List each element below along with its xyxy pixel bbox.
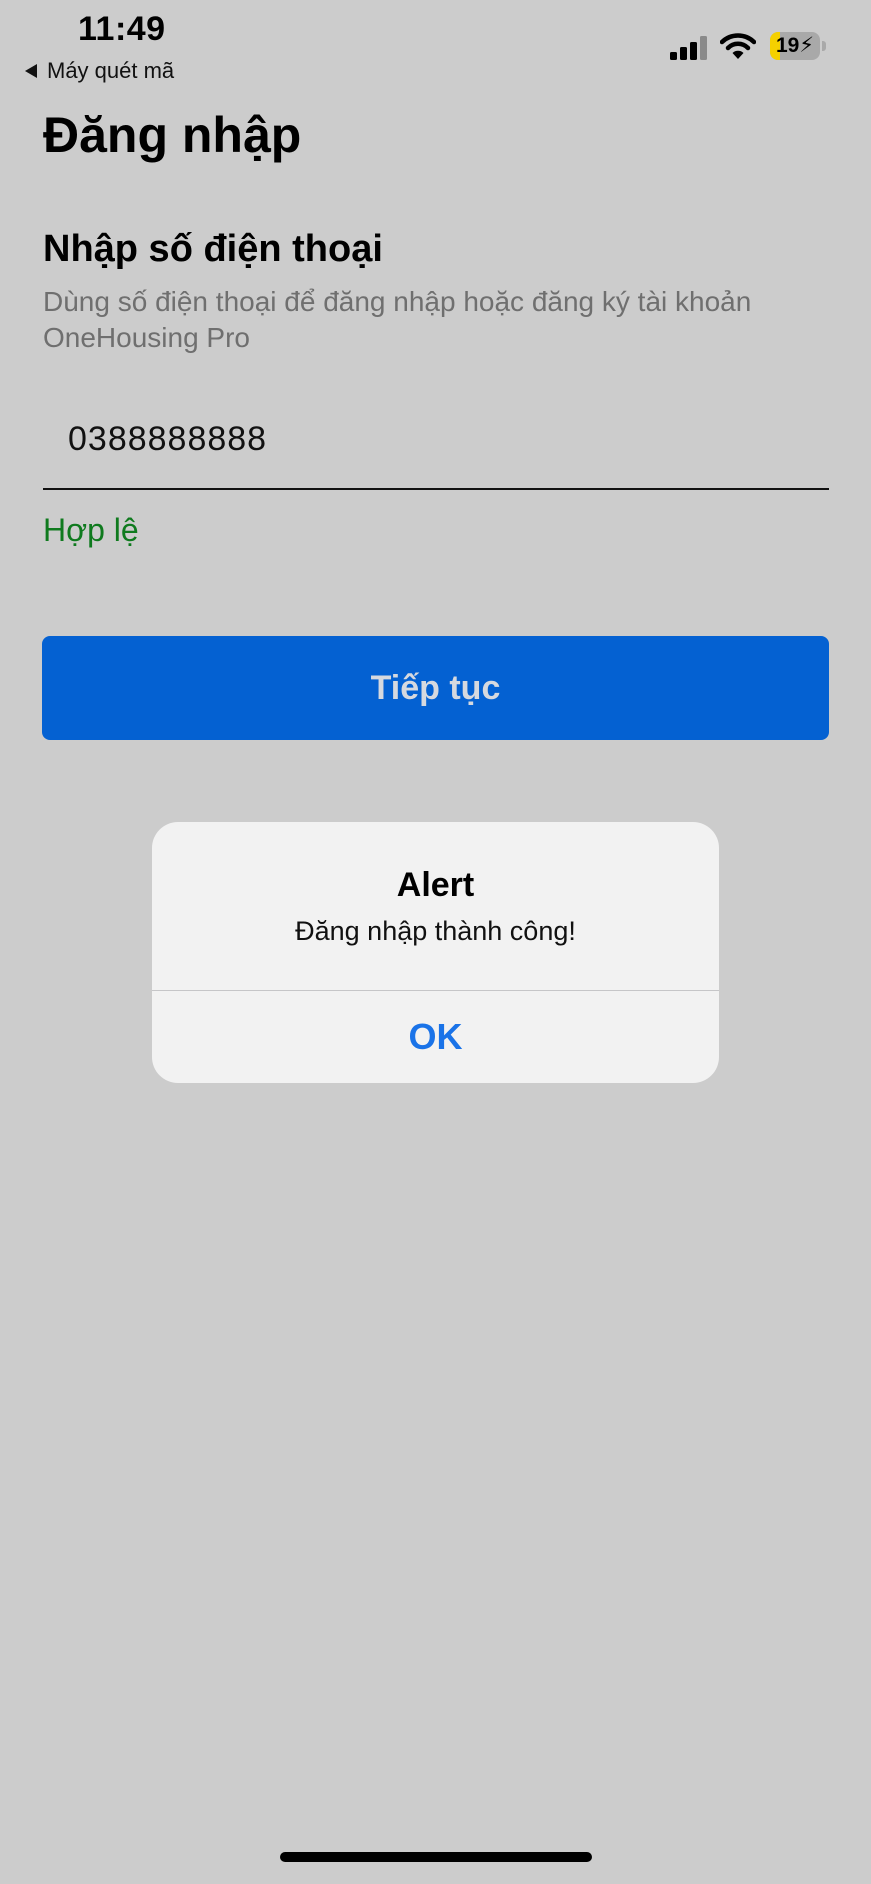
section-title: Nhập số điện thoại	[43, 228, 383, 270]
validation-message: Hợp lệ	[43, 512, 139, 548]
back-app-label: Máy quét mã	[47, 58, 175, 83]
continue-button-label: Tiếp tục	[370, 668, 501, 707]
status-time: 11:49	[78, 10, 166, 48]
section-description: Dùng số điện thoại để đăng nhập hoặc đăn…	[43, 286, 752, 353]
battery-level: 19	[775, 34, 800, 57]
phone-input-underline	[43, 488, 829, 490]
alert-message: Đăng nhập thành công!	[295, 916, 576, 946]
alert-ok-button[interactable]: OK	[152, 991, 719, 1083]
phone-number-input[interactable]: 0388888888	[68, 420, 267, 459]
home-indicator[interactable]	[280, 1852, 592, 1862]
charging-bolt-icon: ⚡	[799, 34, 815, 57]
continue-button[interactable]: Tiếp tục	[42, 636, 829, 740]
back-to-app-button[interactable]: Máy quét mã	[25, 58, 174, 84]
back-arrow-icon	[25, 64, 37, 78]
battery-icon: 19⚡	[770, 32, 826, 60]
alert-dialog: Alert Đăng nhập thành công! OK	[152, 822, 719, 1083]
page-title: Đăng nhập	[43, 107, 302, 163]
alert-title: Alert	[396, 866, 475, 904]
wifi-icon	[720, 33, 756, 59]
cellular-signal-icon	[670, 36, 707, 60]
